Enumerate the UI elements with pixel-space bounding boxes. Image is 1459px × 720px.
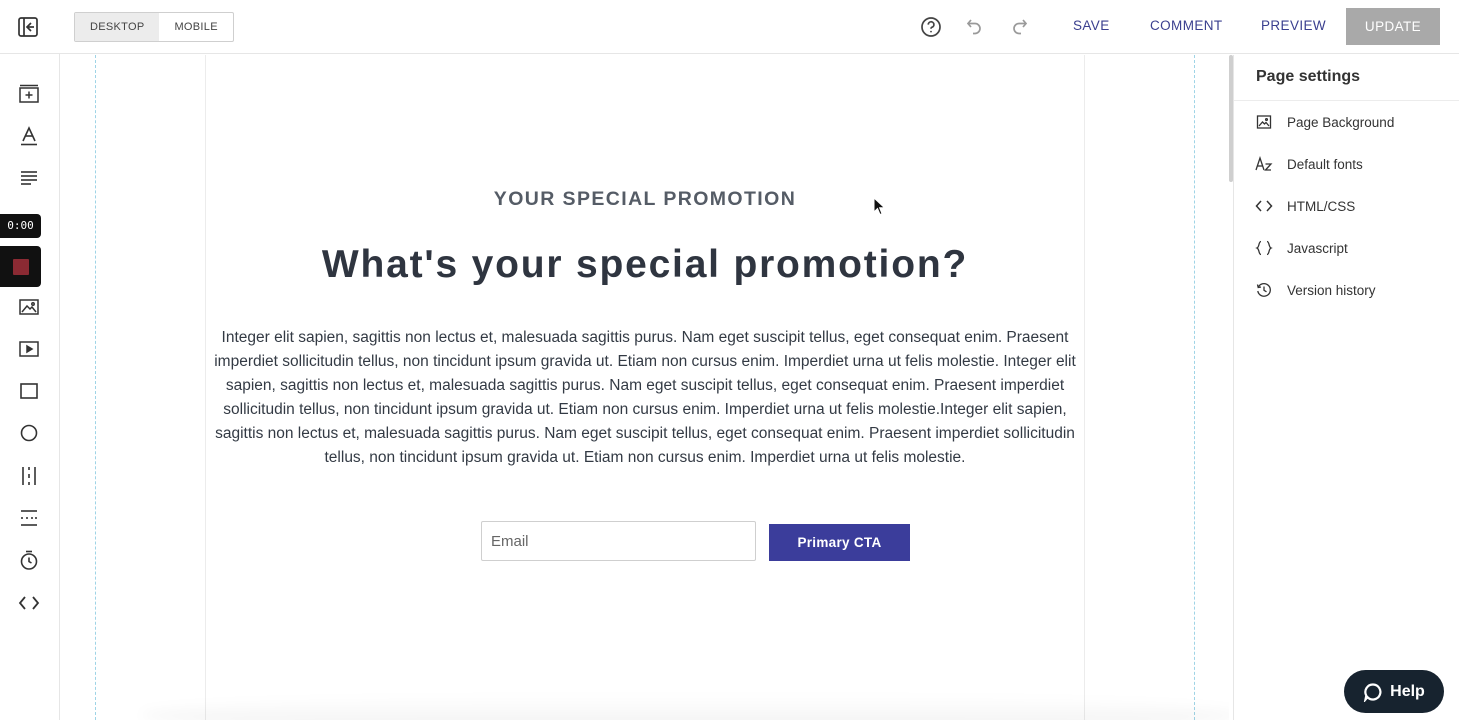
promo-heading[interactable]: What's your special promotion? (205, 243, 1085, 287)
columns-tool[interactable] (12, 459, 46, 493)
mouse-cursor-icon (873, 197, 886, 216)
mobile-mode-tab[interactable]: MOBILE (159, 13, 232, 41)
image-icon (19, 299, 39, 315)
html-css-item[interactable]: HTML/CSS (1234, 185, 1459, 227)
email-field[interactable] (481, 521, 756, 561)
paragraph-tool[interactable] (12, 161, 46, 195)
video-tool[interactable] (12, 332, 46, 366)
javascript-item[interactable]: Javascript (1234, 227, 1459, 269)
redo-icon (1013, 19, 1028, 35)
panel-item-label: Javascript (1287, 240, 1348, 256)
countdown-tool[interactable] (12, 543, 46, 577)
chat-bubble-icon (1364, 682, 1382, 702)
paragraph-icon (21, 171, 37, 185)
image-tool[interactable] (12, 290, 46, 324)
promo-eyebrow[interactable]: YOUR SPECIAL PROMOTION (205, 188, 1085, 211)
circle-tool[interactable] (12, 416, 46, 450)
element-toolbar: 0:00 (0, 54, 60, 720)
comment-button[interactable]: COMMENT (1150, 0, 1223, 54)
code-icon (18, 596, 40, 610)
layout-guide (95, 55, 96, 720)
save-button[interactable]: SAVE (1073, 0, 1110, 54)
recording-timer: 0:00 (0, 214, 41, 238)
text-icon (21, 126, 37, 146)
help-widget-button[interactable]: Help (1344, 670, 1444, 713)
countdown-timer-icon (20, 550, 38, 570)
top-toolbar: DESKTOP MOBILE SAVE COMMENT PREVIEW UPDA… (0, 0, 1459, 54)
primary-cta-button[interactable]: Primary CTA (769, 524, 910, 561)
update-button[interactable]: UPDATE (1346, 8, 1440, 45)
text-tool[interactable] (12, 119, 46, 153)
help-label: Help (1390, 682, 1425, 700)
device-toggle: DESKTOP MOBILE (74, 12, 234, 42)
panel-item-label: Page Background (1287, 114, 1395, 130)
panel-item-label: Version history (1287, 282, 1376, 298)
circle-icon (20, 424, 38, 442)
redo-button[interactable] (1006, 14, 1032, 40)
divider-tool[interactable] (12, 501, 46, 535)
box-tool[interactable] (12, 374, 46, 408)
panel-title: Page settings (1234, 55, 1459, 101)
version-history-item[interactable]: Version history (1234, 269, 1459, 311)
preview-button[interactable]: PREVIEW (1261, 0, 1326, 54)
desktop-mode-tab[interactable]: DESKTOP (75, 13, 160, 41)
panel-item-label: Default fonts (1287, 156, 1363, 172)
default-fonts-item[interactable]: Default fonts (1234, 143, 1459, 185)
undo-icon (966, 19, 981, 35)
history-icon (1255, 281, 1273, 299)
image-icon (1255, 113, 1273, 131)
braces-icon (1255, 239, 1273, 257)
add-section-button[interactable] (12, 77, 46, 111)
promo-body-text[interactable]: Integer elit sapien, sagittis non lectus… (205, 326, 1085, 470)
page-background-item[interactable]: Page Background (1234, 101, 1459, 143)
video-icon (19, 341, 39, 357)
exit-editor-icon (18, 17, 38, 37)
record-stop-icon (12, 258, 29, 275)
custom-code-tool[interactable] (12, 586, 46, 620)
exit-editor-button[interactable] (14, 13, 42, 41)
add-section-icon (19, 84, 39, 103)
stop-recording-button[interactable] (0, 246, 41, 287)
page-settings-panel: Page settings Page Background Default fo… (1233, 55, 1459, 720)
divider-icon (21, 510, 37, 526)
page-canvas[interactable]: YOUR SPECIAL PROMOTION What's your speci… (61, 55, 1229, 720)
panel-item-label: HTML/CSS (1287, 198, 1356, 214)
section-shadow (141, 695, 1229, 720)
help-button[interactable] (918, 14, 944, 40)
code-icon (1255, 197, 1273, 215)
undo-button[interactable] (962, 14, 988, 40)
box-icon (20, 383, 38, 399)
columns-icon (22, 467, 36, 485)
font-az-icon (1255, 155, 1273, 173)
layout-guide (1194, 55, 1195, 720)
question-circle-icon (921, 17, 941, 37)
